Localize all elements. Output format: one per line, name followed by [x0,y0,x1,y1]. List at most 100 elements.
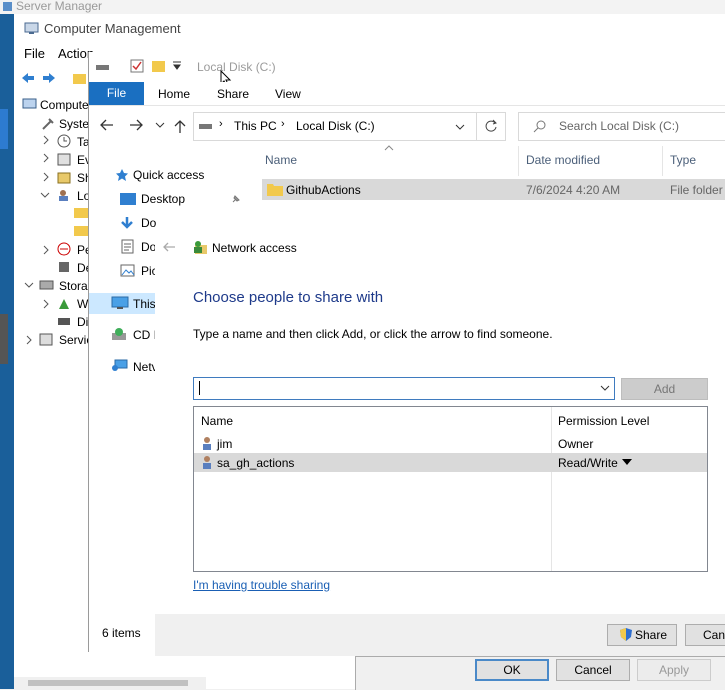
this-pc-icon [111,296,129,309]
back-arrow-icon[interactable] [20,70,36,86]
add-button[interactable]: Add [621,378,708,400]
tree-system-tools[interactable]: Syste [59,117,89,131]
column-header-permission[interactable]: Permission Level [558,414,649,428]
address-dropdown-icon[interactable] [455,123,465,131]
ok-button[interactable]: OK [475,659,549,681]
tree-windows-backup[interactable]: W [77,297,88,311]
ribbon-tab-view[interactable]: View [275,87,301,101]
expand-chevron-icon[interactable] [41,245,51,255]
tree-horizontal-scrollbar[interactable] [14,677,206,689]
explorer-titlebar: Local Disk (C:) [89,52,725,88]
dialog-title: Network access [212,241,297,255]
breadcrumb-this-pc[interactable]: This PC [234,119,277,133]
search-box[interactable]: Search Local Disk (C:) [518,112,725,141]
sidebar-tile[interactable] [0,109,8,149]
tree-computer[interactable]: Compute [40,98,89,112]
share-button[interactable]: Share [607,624,677,646]
nav-this-pc[interactable]: This [133,297,156,311]
nav-quick-access[interactable]: Quick access [133,168,204,182]
column-header-type[interactable]: Type [670,153,696,167]
expand-chevron-icon[interactable] [41,153,51,163]
drive-icon [199,124,212,129]
forward-arrow-icon[interactable] [128,118,144,132]
file-row[interactable]: GithubActions 7/6/2024 4:20 AM File fold… [262,179,725,200]
expand-chevron-icon[interactable] [41,299,51,309]
expand-chevron-icon[interactable] [41,172,51,182]
services-icon [39,333,53,346]
folder-icon [267,184,283,196]
combobox-dropdown-icon[interactable] [600,385,610,392]
star-icon [116,169,128,181]
apply-button[interactable]: Apply [637,659,711,681]
column-header-name[interactable]: Name [265,153,297,167]
pictures-icon [120,264,135,277]
user-name: jim [217,437,233,451]
refresh-button[interactable] [476,112,506,141]
forward-arrow-icon[interactable] [41,70,57,86]
permission-row[interactable]: sa_gh_actions Read/Write [194,453,707,472]
tree-storage[interactable]: Stora [59,279,88,293]
column-header-date-modified[interactable]: Date modified [526,153,600,167]
nav-network[interactable]: Netv [133,360,158,374]
name-combobox[interactable] [193,377,615,400]
collapse-chevron-icon[interactable] [24,280,34,290]
permissions-list: Name Permission Level jim Owner sa_gh_ac… [193,406,708,572]
server-manager-titlebar: Server Manager [0,0,725,14]
ribbon-tab-share[interactable]: Share [217,87,249,101]
system-tools-icon [42,118,54,130]
storage-icon [39,280,54,290]
expand-chevron-icon[interactable] [24,335,34,345]
nav-cd-drive[interactable]: CD I [133,328,157,342]
server-manager-icon [3,2,12,11]
search-icon [533,120,546,133]
trouble-sharing-link[interactable]: I'm having trouble sharing [193,578,330,592]
up-arrow-icon[interactable] [173,118,187,134]
address-bar[interactable]: › This PC › Local Disk (C:) [193,112,477,141]
ribbon-tab-home[interactable]: Home [158,87,190,101]
new-folder-icon[interactable] [151,58,167,74]
user-icon [203,456,211,469]
cancel-button[interactable]: Cancel [556,659,630,681]
up-folder-icon[interactable] [72,70,88,86]
tree-disk-management[interactable]: Di [77,315,88,329]
pin-icon[interactable] [231,194,241,204]
drive-icon [96,65,109,70]
breadcrumb-local-disk[interactable]: Local Disk (C:) [296,119,375,133]
collapse-chevron-icon[interactable] [40,190,50,200]
server-manager-sidebar [0,14,14,689]
sort-ascending-icon [384,145,394,151]
column-separator [551,407,552,571]
permission-dropdown-icon[interactable] [622,459,632,466]
refresh-icon [485,119,497,132]
column-separator[interactable] [662,146,663,176]
desktop-icon [120,193,136,205]
scroll-thumb[interactable] [28,680,188,686]
computer-management-title: Computer Management [44,21,181,36]
quick-access-dropdown-icon[interactable] [172,60,182,72]
expand-chevron-icon[interactable] [41,135,51,145]
device-manager-icon [59,262,69,272]
share-button-label: Share [635,628,668,642]
column-separator[interactable] [518,146,519,176]
recent-locations-chevron-icon[interactable] [155,121,165,129]
user-icon [203,437,211,450]
performance-icon [57,242,71,256]
users-folder-icon [74,208,88,218]
downloads-icon [121,217,133,229]
nav-desktop[interactable]: Desktop [141,192,185,206]
properties-check-icon[interactable] [129,58,145,74]
backup-icon [59,299,69,309]
menu-file[interactable]: File [24,46,45,61]
ribbon-tab-file[interactable]: File [89,82,144,105]
back-arrow-icon[interactable] [162,241,176,253]
cancel-button[interactable]: Can [685,624,725,646]
column-header-name[interactable]: Name [201,414,233,428]
nav-downloads[interactable]: Do [141,216,156,230]
back-arrow-icon[interactable] [99,118,115,132]
event-viewer-icon [57,153,71,166]
file-name: GithubActions [286,183,361,197]
cd-drive-icon [112,328,126,340]
permission-row[interactable]: jim Owner [194,434,707,453]
sidebar-collapse-handle[interactable] [0,314,8,364]
documents-icon [121,239,134,254]
